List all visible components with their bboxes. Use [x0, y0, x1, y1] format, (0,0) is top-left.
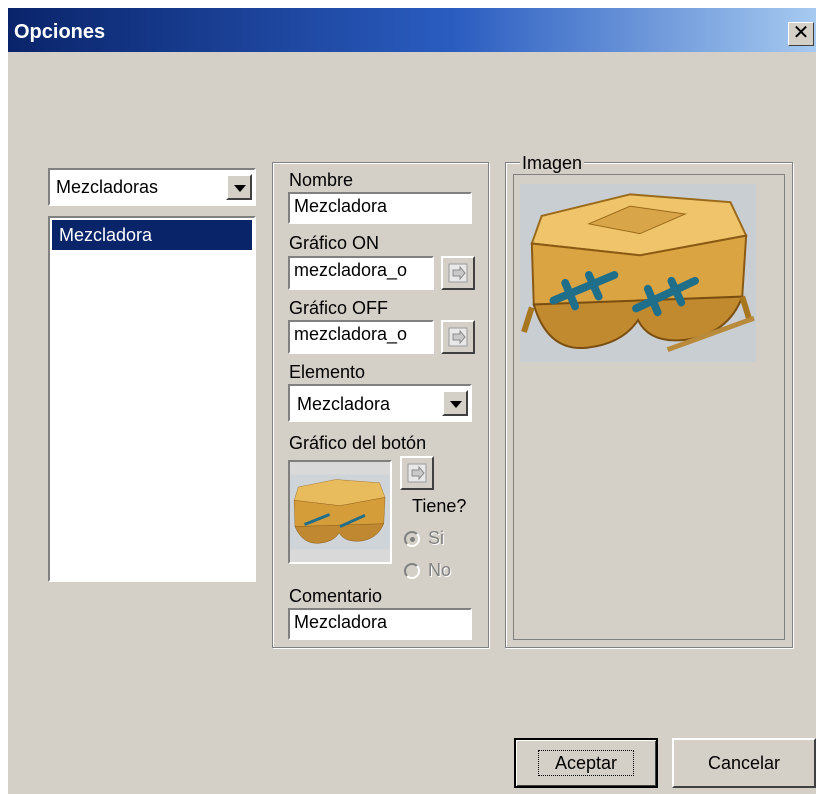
radio-button-icon [404, 563, 420, 579]
nombre-label: Nombre [289, 170, 354, 190]
list-item-label: Mezcladora [59, 225, 153, 245]
radio-si-label: Si [428, 528, 445, 548]
close-icon: ✕ [792, 22, 810, 44]
elemento-combo[interactable]: Mezcladora [288, 384, 472, 422]
boton-browse-button[interactable] [400, 456, 434, 490]
mixer-machine-image [520, 184, 756, 362]
elemento-combo-value: Mezcladora [297, 394, 391, 414]
button-graphic-preview[interactable] [288, 460, 392, 564]
cancel-button[interactable]: Cancelar [672, 738, 816, 788]
nombre-field-value: Mezcladora [294, 196, 388, 216]
radio-button-icon [404, 531, 420, 547]
title-bar[interactable]: Opciones ✕ [8, 8, 816, 52]
radio-si[interactable]: Si [404, 528, 474, 552]
grafico-off-browse-button[interactable] [441, 320, 475, 354]
grafico-off-field-value: mezcladora_o [294, 324, 408, 344]
mixer-machine-image [290, 474, 390, 550]
grafico-on-label: Gráfico ON [289, 233, 380, 253]
grafico-off-label: Gráfico OFF [289, 298, 389, 318]
element-list[interactable]: Mezcladora [48, 216, 256, 582]
browse-folder-icon [407, 463, 427, 483]
grafico-off-field[interactable]: mezcladora_o [288, 320, 434, 354]
tiene-label: Tiene? [412, 496, 467, 516]
browse-folder-icon [448, 327, 468, 347]
elemento-combo-dropdown-button[interactable] [442, 390, 468, 416]
category-combo-value: Mezcladoras [56, 177, 159, 197]
elemento-label: Elemento [289, 362, 366, 382]
comentario-field-value: Mezcladora [294, 612, 388, 632]
dropdown-arrow-icon [450, 401, 462, 408]
boton-label: Gráfico del botón [289, 433, 427, 453]
mixer-preview-image [520, 184, 756, 362]
category-combo-dropdown-button[interactable] [226, 174, 252, 200]
comentario-field[interactable]: Mezcladora [288, 608, 472, 640]
browse-folder-icon [448, 263, 468, 283]
grafico-on-field[interactable]: mezcladora_o [288, 256, 434, 290]
cancel-button-label: Cancelar [707, 753, 781, 773]
imagen-group-label: Imagen [520, 153, 585, 174]
options-dialog: Opciones ✕ Mezcladoras Mezcladora Nombre… [8, 8, 816, 794]
nombre-field[interactable]: Mezcladora [288, 192, 472, 224]
list-item[interactable]: Mezcladora [52, 220, 252, 250]
radio-no[interactable]: No [404, 560, 474, 584]
window-title: Opciones [14, 21, 106, 43]
comentario-label: Comentario [289, 586, 383, 606]
radio-no-label: No [428, 560, 452, 580]
dropdown-arrow-icon [234, 185, 246, 192]
grafico-on-field-value: mezcladora_o [294, 260, 408, 280]
accept-button[interactable]: Aceptar [514, 738, 658, 788]
category-combo[interactable]: Mezcladoras [48, 168, 256, 206]
accept-button-label: Aceptar [537, 750, 635, 776]
close-button[interactable]: ✕ [788, 22, 814, 46]
grafico-on-browse-button[interactable] [441, 256, 475, 290]
